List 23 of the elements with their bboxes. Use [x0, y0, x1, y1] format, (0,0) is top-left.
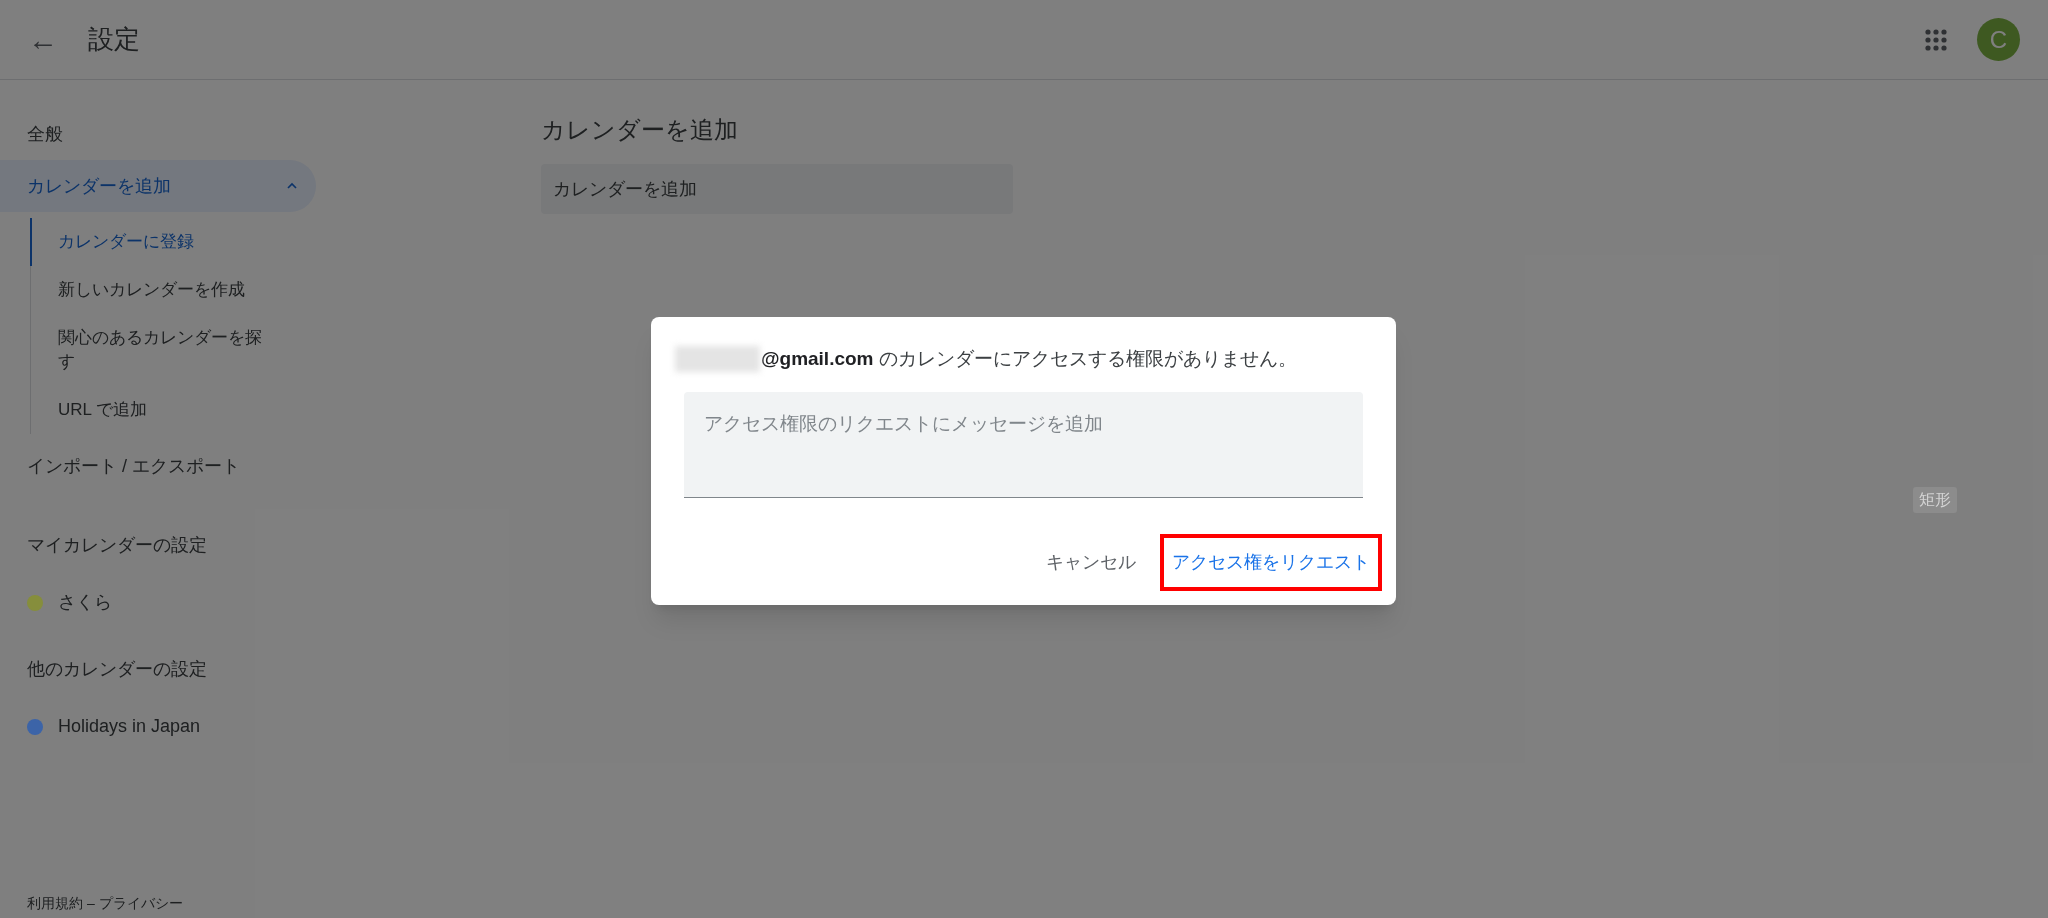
dialog-message: のカレンダーにアクセスする権限がありません。	[877, 347, 1297, 371]
sidebar-item[interactable]: 全般	[0, 108, 316, 160]
request-button[interactable]: アクセス権をリクエスト	[1160, 533, 1382, 591]
calendar-name[interactable]: さくら	[58, 589, 112, 616]
section-heading: 他のカレンダーの設定	[26, 658, 208, 681]
sidebar-item[interactable]: カレンダーを追加	[0, 160, 316, 212]
email-address: @gmail.com	[761, 347, 874, 371]
sidebar-subitem[interactable]: 新しいカレンダーを作成	[30, 266, 294, 314]
message-input[interactable]: アクセス権限のリクエストにメッセージを追加	[684, 391, 1363, 498]
sidebar-subitem[interactable]: カレンダーに登録	[30, 218, 294, 266]
input-field[interactable]: カレンダーを追加	[541, 164, 1013, 214]
footer-links[interactable]: 利用規約 – プライバシー	[27, 893, 183, 914]
page-title: 設定	[88, 23, 140, 56]
tag-label: 矩形	[1913, 487, 1957, 513]
apps-grid-icon[interactable]	[1925, 28, 1947, 51]
calendar-name[interactable]: Holidays in Japan	[58, 713, 201, 740]
back-button[interactable]: ←	[28, 17, 68, 62]
cancel-button[interactable]: キャンセル	[1034, 533, 1148, 591]
section-heading: マイカレンダーの設定	[26, 534, 208, 557]
sidebar-item[interactable]: インポート / エクスポート	[0, 440, 316, 492]
sidebar-subitem[interactable]: 関心のあるカレンダーを探す	[30, 314, 294, 386]
sidebar-subitem[interactable]: URL で追加	[30, 386, 294, 434]
section-heading: カレンダーを追加	[541, 115, 739, 145]
